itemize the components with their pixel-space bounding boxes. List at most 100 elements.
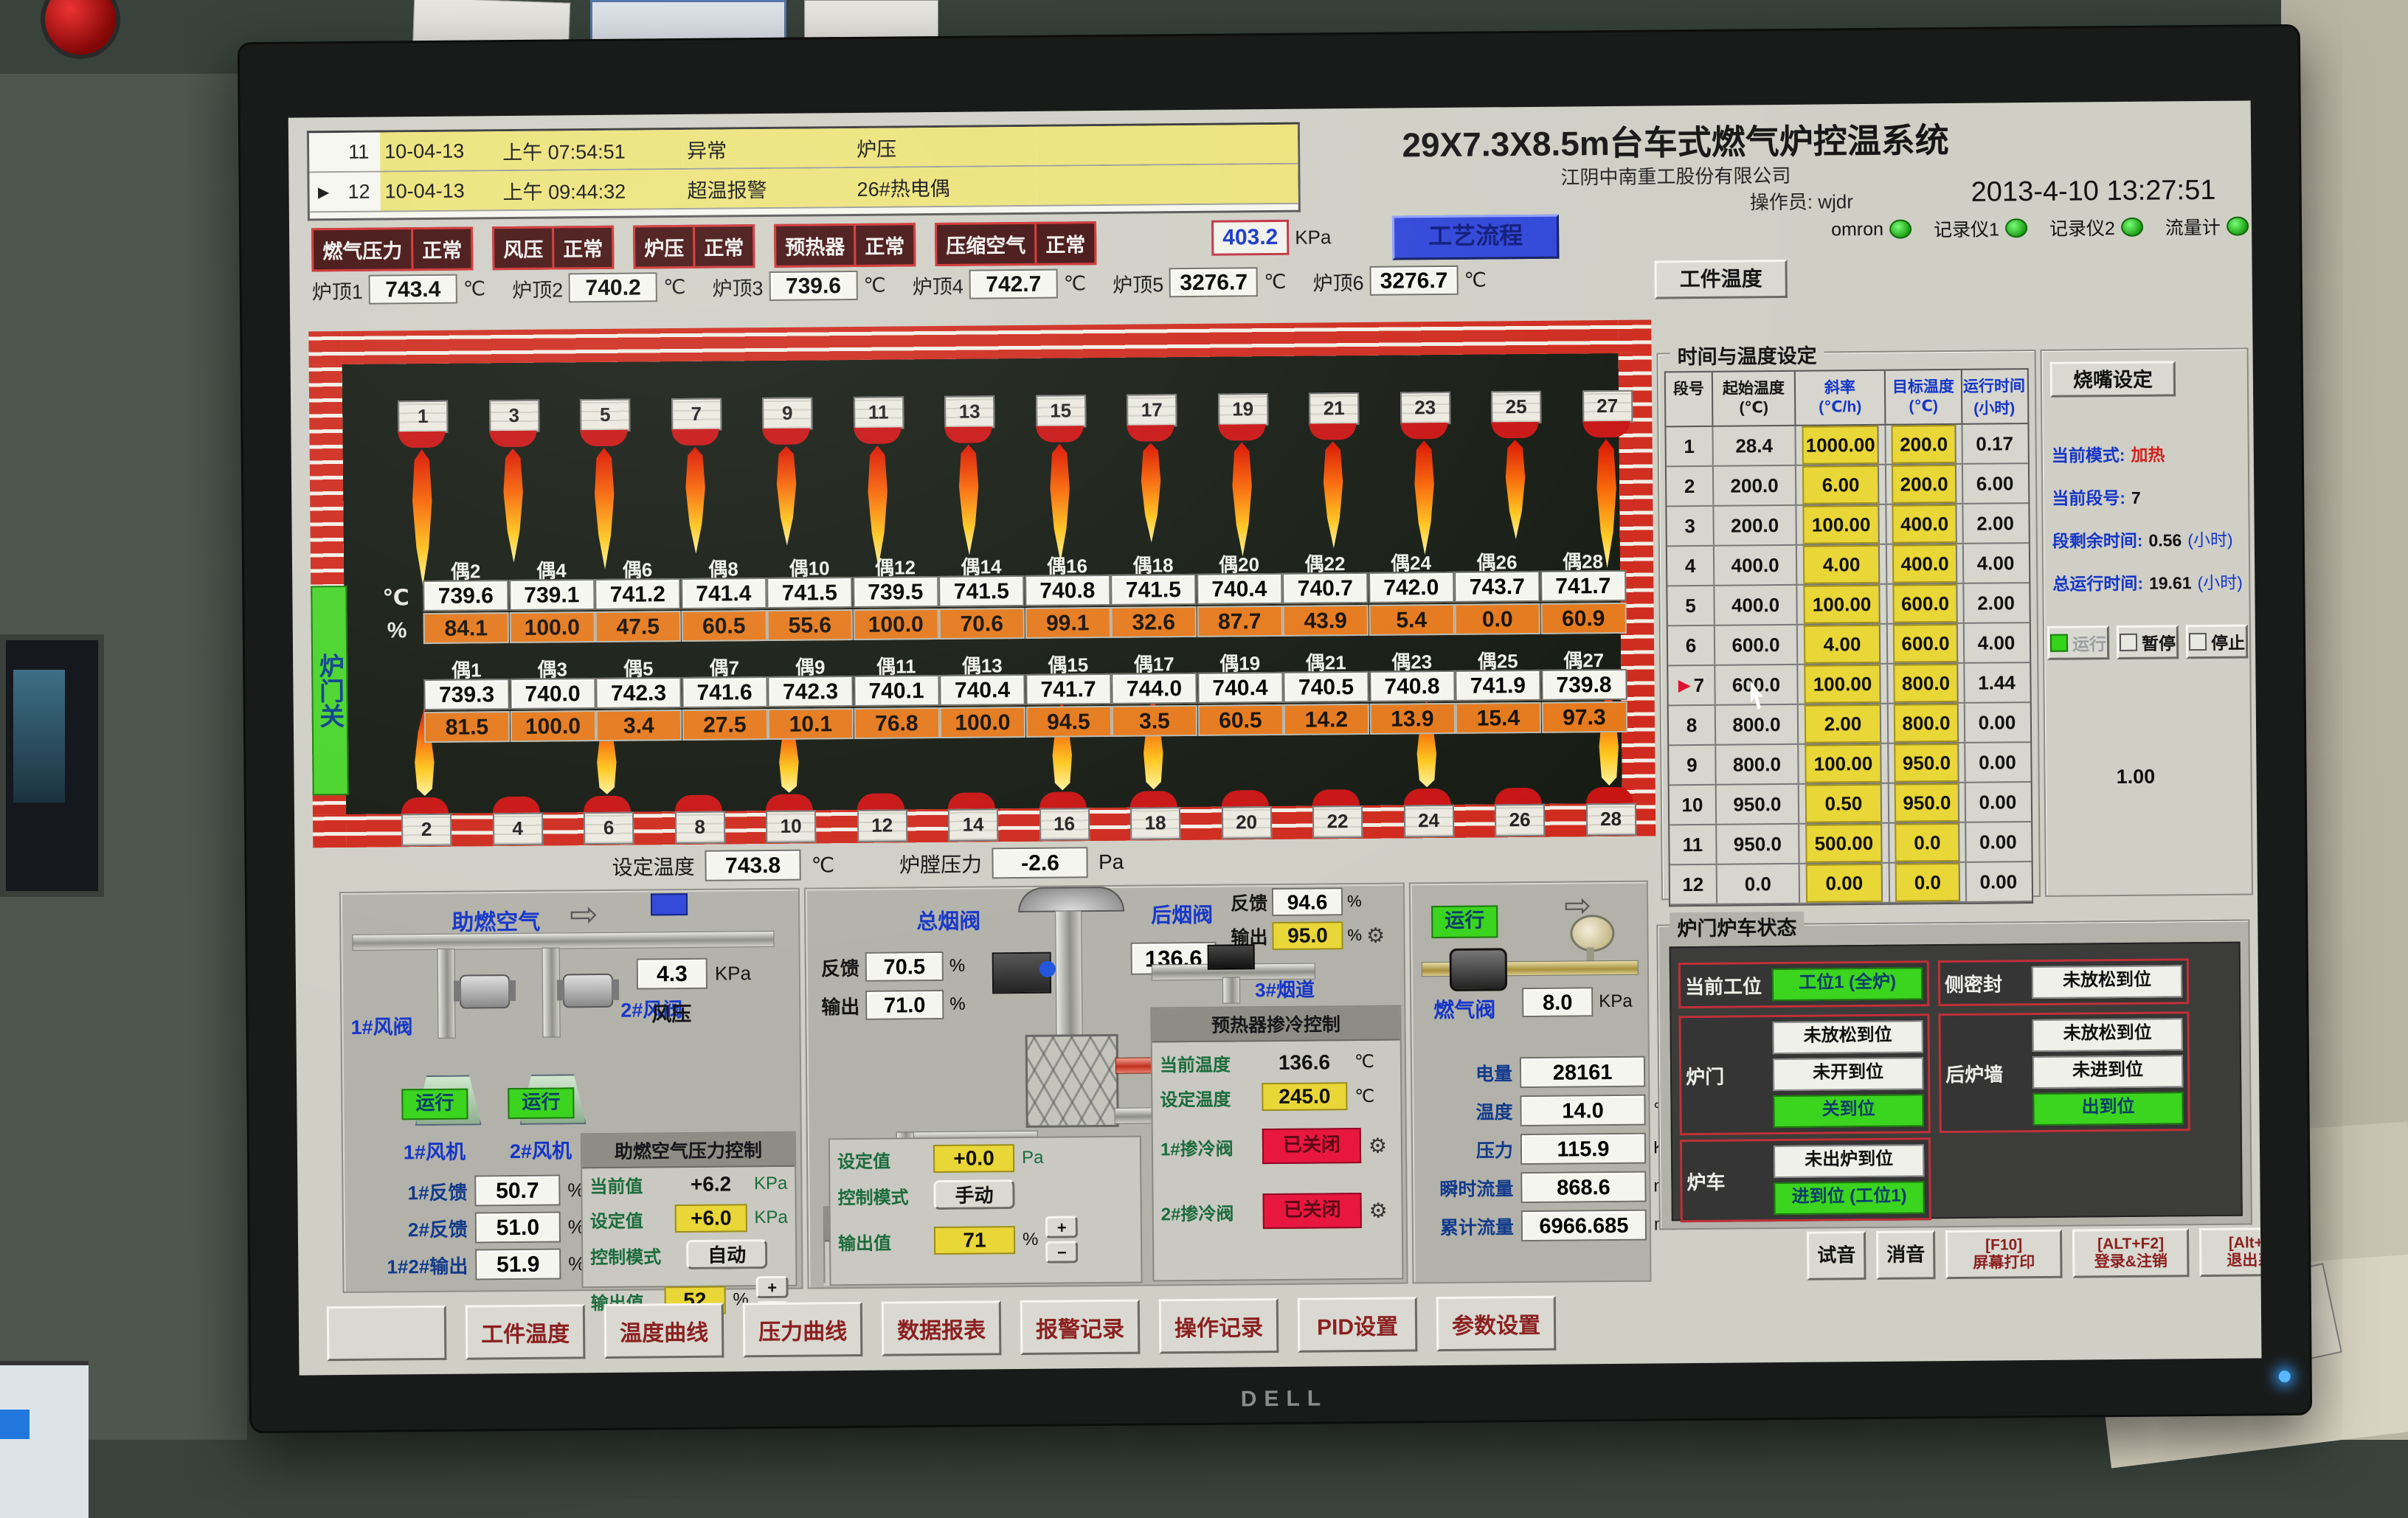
- segment-rate-value[interactable]: 500.00: [1806, 824, 1883, 863]
- segment-col-header: 起始温度 (℃): [1713, 372, 1796, 426]
- smoke-feedback-unit: %: [949, 956, 966, 977]
- run-state-label: 暂停: [2142, 629, 2176, 654]
- nav-button[interactable]: 工件温度: [466, 1304, 586, 1359]
- nav-button[interactable]: 报警记录: [1020, 1300, 1141, 1355]
- segment-target-value[interactable]: 800.0: [1893, 664, 1958, 703]
- indicator-label: 记录仪2: [2049, 214, 2115, 241]
- nav-button[interactable]: 操作记录: [1159, 1298, 1279, 1354]
- segment-rate-value[interactable]: 6.00: [1802, 465, 1879, 505]
- rear-output-gear-icon[interactable]: ⚙: [1366, 923, 1385, 947]
- segment-rate-value[interactable]: 4.00: [1804, 625, 1881, 664]
- segment-target-value[interactable]: 400.0: [1892, 505, 1957, 544]
- preheat-set-value[interactable]: 245.0: [1262, 1082, 1347, 1111]
- segment-target-value[interactable]: 0.0: [1895, 823, 1959, 862]
- door-status-chip: 未放松到位: [2032, 1018, 2182, 1052]
- couple-pct-upper: 99.1: [1025, 607, 1110, 639]
- alarm-detail: 炉压: [852, 127, 1037, 167]
- segment-rate-value[interactable]: 0.00: [1806, 864, 1883, 903]
- roof-temp: 炉顶3739.6℃: [712, 271, 886, 302]
- run-state-button[interactable]: 停止: [2186, 624, 2248, 659]
- cp2-set-value[interactable]: +0.0: [933, 1144, 1014, 1173]
- burner-cap-bottom: [766, 794, 813, 811]
- segment-rate-value[interactable]: 100.00: [1804, 585, 1881, 624]
- segment-number: 2: [1667, 467, 1714, 506]
- indicator-green-light: [2121, 218, 2143, 237]
- nav-button[interactable]: 压力曲线: [743, 1302, 863, 1357]
- burner-info-label: 当前段号:: [2052, 484, 2125, 510]
- nav-button[interactable]: PID设置: [1298, 1297, 1418, 1352]
- alarm-filler: [1037, 164, 1298, 205]
- alarm-list[interactable]: 1110-04-13上午 07:54:51异常炉压▶1210-04-13上午 0…: [307, 122, 1301, 221]
- process-flow-button[interactable]: 工艺流程: [1392, 215, 1560, 260]
- couple-pct-lower: 15.4: [1456, 702, 1541, 734]
- segment-target-value[interactable]: 200.0: [1892, 425, 1957, 464]
- air-mode-button[interactable]: 自动: [686, 1239, 767, 1269]
- chamber-pressure-panel: 设定值+0.0Pa 控制模式手动 输出值71% +−: [828, 1136, 1143, 1286]
- coolvalve1-gear-icon[interactable]: ⚙: [1369, 1133, 1387, 1157]
- system-button[interactable]: 试音: [1807, 1231, 1866, 1280]
- segment-rate-value[interactable]: 100.00: [1803, 505, 1880, 544]
- system-button[interactable]: [Alt+F4] 退出系统: [2199, 1227, 2262, 1277]
- run-state-button[interactable]: 暂停: [2117, 625, 2179, 659]
- cp2-minus-button[interactable]: −: [1045, 1241, 1078, 1263]
- burner-panel: [2041, 347, 2253, 896]
- air-set-unit: KPa: [754, 1207, 788, 1228]
- air-out-plus-button[interactable]: +: [755, 1276, 788, 1298]
- segment-rate-value[interactable]: 1000.00: [1802, 426, 1879, 465]
- smoke-output-label: 输出: [821, 991, 859, 1019]
- segment-target-value[interactable]: 200.0: [1892, 465, 1957, 504]
- nav-button[interactable]: 数据报表: [882, 1300, 1002, 1356]
- segment-target-value[interactable]: 800.0: [1894, 704, 1959, 743]
- nav-button[interactable]: [327, 1306, 447, 1361]
- segment-runtime: 4.00: [1965, 623, 2028, 662]
- coolvalve2-gear-icon[interactable]: ⚙: [1369, 1198, 1388, 1222]
- status-badge-label: 风压: [494, 228, 554, 268]
- segment-row: 4400.04.00400.04.00: [1667, 544, 2029, 586]
- door-group-label: 当前工位: [1685, 971, 1766, 999]
- couple-temp-lower: 740.8: [1369, 670, 1455, 702]
- segment-target-value[interactable]: 950.0: [1895, 783, 1959, 822]
- system-button[interactable]: [ALT+F2] 登录&注销: [2072, 1228, 2190, 1278]
- system-button[interactable]: 消音: [1876, 1230, 1936, 1280]
- segment-rate-value[interactable]: 4.00: [1803, 545, 1880, 584]
- roof-temp-unit: ℃: [1064, 272, 1087, 295]
- nav-button[interactable]: 温度曲线: [604, 1303, 724, 1359]
- segment-target-value[interactable]: 950.0: [1894, 744, 1959, 783]
- segment-target-value[interactable]: 600.0: [1893, 624, 1958, 663]
- rear-output-value[interactable]: 95.0: [1272, 921, 1343, 950]
- segment-target-cell: 200.0: [1886, 425, 1962, 464]
- burner-info-value: 0.56: [2148, 530, 2182, 550]
- small-display-band: [0, 1410, 30, 1439]
- workpiece-temp-button[interactable]: 工件温度: [1654, 260, 1787, 299]
- smoke-output-unit: %: [949, 994, 966, 1015]
- alarm-row[interactable]: ▶1210-04-13上午 09:44:32超温报警26#热电偶: [309, 164, 1298, 213]
- couple-temp-upper: 739.1: [509, 579, 595, 611]
- segment-rate-value[interactable]: 100.00: [1805, 665, 1881, 704]
- cp2-plus-button[interactable]: +: [1045, 1216, 1078, 1238]
- device-indicator: omron: [1831, 218, 1911, 240]
- segment-rate-value[interactable]: 2.00: [1805, 704, 1881, 744]
- segment-rate-value[interactable]: 100.00: [1805, 744, 1882, 783]
- door-group-label: 侧密封: [1945, 969, 2026, 997]
- segment-target-value[interactable]: 0.0: [1895, 863, 1960, 902]
- segment-rate-value[interactable]: 0.50: [1805, 784, 1882, 823]
- compressed-air-pressure: 403.2 KPa: [1211, 219, 1332, 255]
- segment-target-cell: 600.0: [1888, 624, 1965, 663]
- couple-pct-upper: 87.7: [1197, 606, 1282, 637]
- segment-target-value[interactable]: 600.0: [1892, 584, 1957, 623]
- burner-setting-button[interactable]: 烧嘴设定: [2050, 361, 2176, 397]
- door-group-chips: 未放松到位: [2032, 965, 2182, 999]
- cp2-out-value[interactable]: 71: [934, 1226, 1015, 1255]
- air-set-value[interactable]: +6.0: [675, 1204, 747, 1233]
- heat-exchanger-icon: [1025, 1034, 1119, 1128]
- nav-button[interactable]: 参数设置: [1436, 1296, 1557, 1351]
- couple-temp-lower: 740.1: [854, 675, 939, 707]
- flame-top: [1413, 440, 1436, 555]
- segment-start-temp: 950.0: [1717, 785, 1799, 824]
- run-state-button[interactable]: 运行: [2047, 625, 2109, 660]
- gas-meter-value: 28161: [1520, 1056, 1645, 1088]
- chamber-pressure-value: -2.6: [992, 847, 1088, 878]
- segment-target-value[interactable]: 400.0: [1892, 544, 1957, 583]
- cp2-mode-button[interactable]: 手动: [933, 1179, 1014, 1210]
- system-button[interactable]: [F10] 屏幕打印: [1945, 1230, 2063, 1279]
